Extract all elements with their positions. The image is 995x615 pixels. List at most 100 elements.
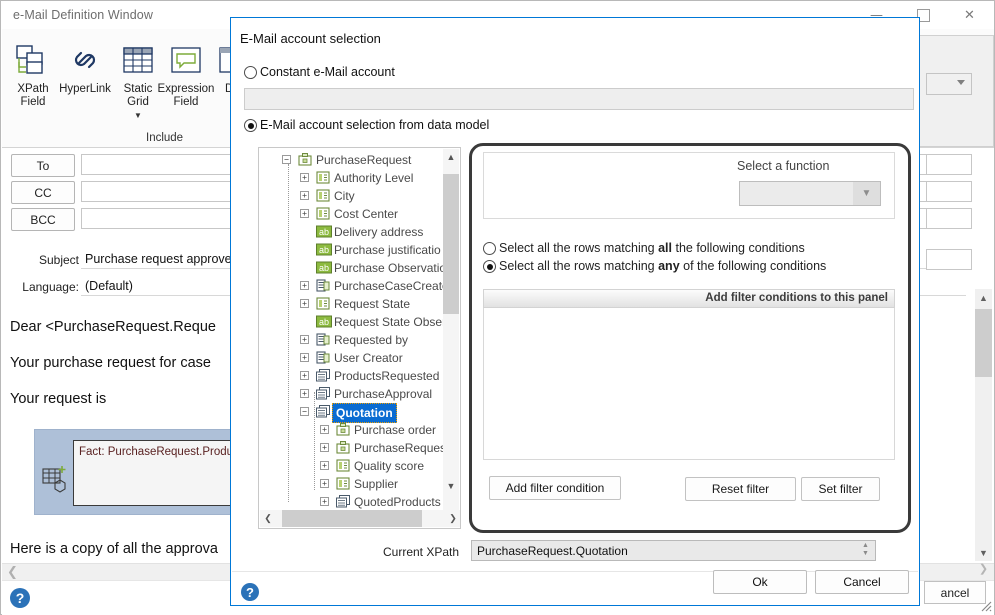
- scroll-left-icon[interactable]: ❮: [260, 510, 276, 526]
- expand-icon[interactable]: +: [300, 173, 309, 182]
- chevron-down-icon[interactable]: ▼: [112, 111, 164, 120]
- ribbon-button-xpath-field[interactable]: XPath Field: [7, 37, 59, 109]
- svg-text:ab: ab: [319, 227, 329, 237]
- match-all-text-bold: all: [658, 241, 673, 255]
- scroll-right-icon[interactable]: ❯: [445, 510, 460, 526]
- entity-icon: [298, 153, 312, 166]
- tree-node-label: Cost Center: [334, 207, 399, 221]
- add-filter-condition-button[interactable]: Add filter condition: [489, 476, 621, 500]
- text-icon: ab: [316, 243, 332, 256]
- to-button[interactable]: To: [11, 154, 75, 177]
- expand-icon[interactable]: +: [300, 299, 309, 308]
- bcc-button[interactable]: BCC: [11, 208, 75, 231]
- tree-node-label: Delivery address: [334, 225, 424, 239]
- background-field-4[interactable]: [926, 249, 972, 270]
- background-field-2[interactable]: [926, 181, 972, 202]
- expand-icon[interactable]: +: [300, 281, 309, 290]
- background-help-icon[interactable]: ?: [9, 587, 31, 609]
- reset-filter-button[interactable]: Reset filter: [685, 477, 796, 501]
- expand-icon[interactable]: +: [320, 425, 329, 434]
- cancel-button[interactable]: Cancel: [815, 570, 909, 594]
- scroll-up-icon[interactable]: ▲: [443, 149, 459, 165]
- constant-email-input[interactable]: [244, 88, 914, 110]
- dynamic-grid-widget[interactable]: Fact: PurchaseRequest.Produc: [34, 429, 244, 515]
- filter-conditions-header-text: Add filter conditions to this panel: [705, 292, 888, 304]
- filter-builder-panel: Select a function ▼ Select all the rows …: [469, 143, 911, 533]
- function-dropdown[interactable]: ▼: [739, 181, 881, 206]
- expand-icon[interactable]: +: [300, 389, 309, 398]
- expand-icon[interactable]: +: [320, 443, 329, 452]
- match-any-text-post: of the following conditions: [679, 259, 827, 273]
- collapse-icon[interactable]: −: [282, 155, 291, 164]
- tree-guide-line: [288, 164, 290, 502]
- tree-node-label: Quality score: [354, 459, 425, 473]
- radio-match-all[interactable]: [483, 242, 496, 255]
- ribbon-label-expression-field-1: Expression: [157, 83, 215, 95]
- current-xpath-field[interactable]: PurchaseRequest.Quotation ▲ ▼: [471, 540, 876, 561]
- current-xpath-value: PurchaseRequest.Quotation: [477, 544, 628, 558]
- expand-icon[interactable]: +: [320, 497, 329, 506]
- tree-node-label: QuotedProducts: [354, 495, 441, 509]
- expand-icon[interactable]: +: [320, 461, 329, 470]
- expand-icon[interactable]: +: [300, 335, 309, 344]
- close-icon: ✕: [964, 7, 975, 23]
- background-combo-box[interactable]: [926, 73, 972, 95]
- background-field-3[interactable]: [926, 208, 972, 229]
- scroll-up-icon[interactable]: ▲: [975, 289, 992, 306]
- enum-icon: [316, 297, 330, 310]
- resize-grip-icon[interactable]: [978, 598, 992, 612]
- tree-node-label: Requested by: [334, 333, 409, 347]
- function-label: Select a function: [737, 159, 830, 173]
- filter-conditions-list[interactable]: [483, 308, 895, 460]
- collapse-icon[interactable]: −: [300, 407, 309, 416]
- xpath-field-icon: [7, 37, 59, 83]
- ribbon-button-hyperlink[interactable]: HyperLink: [55, 37, 115, 96]
- match-all-text-post: the following conditions: [672, 241, 805, 255]
- ribbon-group-label: Include: [146, 132, 184, 144]
- tree-hscrollbar-thumb[interactable]: [282, 510, 422, 527]
- collection-icon: [336, 495, 350, 508]
- background-close-button[interactable]: ✕: [947, 1, 992, 29]
- ribbon-button-expression-field[interactable]: Expression Field: [154, 37, 218, 109]
- set-filter-button[interactable]: Set filter: [801, 477, 880, 501]
- ribbon-label-xpath-field-1: XPath: [17, 83, 49, 95]
- cancel-button-label: Cancel: [843, 575, 881, 589]
- tree-scrollbar-thumb[interactable]: [443, 174, 459, 314]
- add-filter-condition-label: Add filter condition: [505, 481, 605, 495]
- background-cancel-button[interactable]: ancel: [924, 581, 986, 604]
- dialog-help-icon[interactable]: ?: [240, 582, 260, 602]
- background-scrollbar-thumb[interactable]: [975, 309, 992, 377]
- xpath-spinner-icon[interactable]: ▲ ▼: [859, 542, 872, 559]
- scroll-right-icon[interactable]: ❯: [975, 561, 992, 575]
- scroll-down-icon[interactable]: ▼: [975, 544, 992, 561]
- ok-button[interactable]: Ok: [713, 570, 807, 594]
- radio-datamodel-selection[interactable]: [244, 119, 257, 132]
- tree-node-label: Purchase Observatio: [334, 261, 445, 275]
- cc-button[interactable]: CC: [11, 181, 75, 204]
- background-field-1[interactable]: [926, 154, 972, 175]
- scroll-down-icon[interactable]: ▼: [443, 478, 459, 494]
- tree-node-container: − PurchaseRequest + Authority Level + Ci…: [259, 148, 445, 512]
- collection-icon: [316, 369, 330, 382]
- radio-constant-email-account[interactable]: [244, 66, 257, 79]
- dynamic-grid-content[interactable]: Fact: PurchaseRequest.Produc: [73, 440, 243, 506]
- ribbon-label-expression-field-2: Field: [173, 96, 199, 108]
- radio-match-any[interactable]: [483, 260, 496, 273]
- dialog-title: E-Mail account selection: [240, 31, 381, 46]
- chevron-down-icon[interactable]: ▼: [853, 182, 880, 205]
- tree-horizontal-scrollbar[interactable]: ❮ ❯: [260, 510, 460, 527]
- scroll-left-icon[interactable]: ❮: [7, 565, 18, 580]
- ribbon-label-xpath-field-2: Field: [20, 96, 46, 108]
- expand-icon[interactable]: +: [300, 191, 309, 200]
- expand-icon[interactable]: +: [300, 371, 309, 380]
- radio-datamodel-selection-label: E-Mail account selection from data model: [260, 118, 490, 132]
- svg-text:ab: ab: [319, 263, 329, 273]
- tree-node-label: PurchaseCaseCreato: [334, 279, 445, 293]
- expand-icon[interactable]: +: [300, 209, 309, 218]
- data-model-tree[interactable]: − PurchaseRequest + Authority Level + Ci…: [258, 147, 461, 529]
- match-any-text-pre: Select all the rows matching: [499, 259, 659, 273]
- expand-icon[interactable]: +: [320, 479, 329, 488]
- svg-text:ab: ab: [319, 317, 329, 327]
- expand-icon[interactable]: +: [300, 353, 309, 362]
- record-icon: [316, 333, 330, 346]
